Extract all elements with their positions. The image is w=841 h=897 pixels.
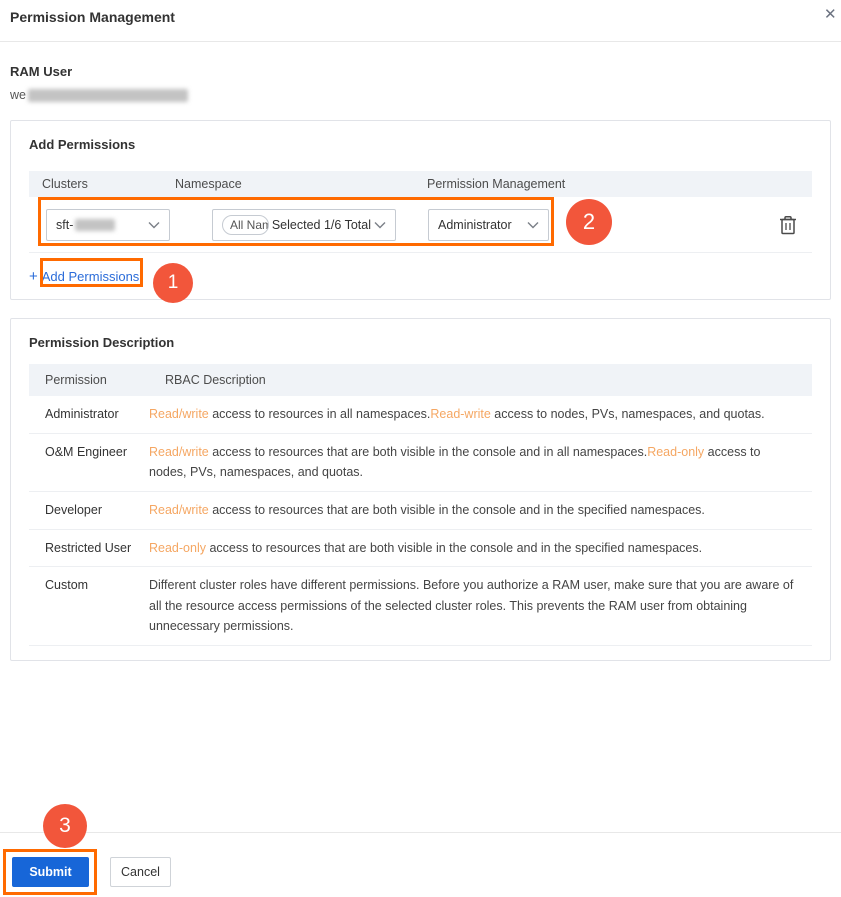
dialog-header: Permission Management ✕: [0, 0, 841, 42]
footer-divider: [0, 832, 841, 833]
permission-description-table-header: Permission RBAC Description: [29, 364, 812, 396]
chevron-down-icon: [527, 221, 539, 229]
permission-desc: Read-only access to resources that are b…: [149, 540, 703, 555]
table-row: Administrator Read/write access to resou…: [29, 396, 812, 434]
column-header-permission-management: Permission Management: [427, 177, 566, 191]
plus-icon: +: [29, 267, 38, 285]
redacted-username: [27, 88, 188, 102]
table-row: Developer Read/write access to resources…: [29, 492, 812, 530]
cluster-name-prefix: sft-: [56, 218, 74, 232]
permission-name: Custom: [45, 578, 89, 593]
ram-user-value: we: [10, 88, 831, 102]
add-permissions-card: Add Permissions Clusters Namespace Permi…: [10, 120, 831, 300]
chevron-down-icon: [148, 221, 160, 229]
add-permissions-link[interactable]: + Add Permissions: [29, 268, 139, 285]
trash-icon: [778, 214, 800, 236]
delete-row-button[interactable]: [778, 213, 800, 237]
permission-description-card: Permission Description Permission RBAC D…: [10, 318, 831, 661]
column-header-permission: Permission: [45, 373, 107, 387]
column-header-rbac-description: RBAC Description: [165, 373, 266, 387]
close-icon[interactable]: ✕: [824, 5, 837, 23]
permission-name: Restricted User: [45, 540, 132, 555]
permission-description-title: Permission Description: [29, 335, 175, 350]
column-header-namespace: Namespace: [175, 177, 242, 191]
permission-desc: Read/write access to resources that are …: [149, 444, 761, 480]
permission-management-dialog: Permission Management ✕ RAM User we Add …: [0, 0, 841, 897]
table-row: Restricted User Read-only access to reso…: [29, 530, 812, 568]
permission-desc: Read/write access to resources that are …: [149, 502, 705, 517]
cancel-button[interactable]: Cancel: [110, 857, 171, 887]
permission-role-select[interactable]: Administrator: [428, 209, 549, 241]
namespace-select[interactable]: All Nam Selected 1/6 Total: [212, 209, 396, 241]
table-row: sft- All Nam Selected 1/6 Total Administ…: [29, 197, 812, 253]
ram-user-value-prefix: we: [10, 88, 26, 102]
clusters-select[interactable]: sft-: [46, 209, 170, 241]
redacted-cluster-name: [75, 219, 116, 231]
permission-name: Developer: [45, 502, 102, 517]
ram-user-label: RAM User: [10, 64, 73, 79]
add-permissions-title: Add Permissions: [29, 137, 136, 152]
permission-desc: Read/write access to resources in all na…: [149, 407, 765, 421]
step-badge-3: 3: [43, 804, 87, 848]
table-row: Custom Different cluster roles have diff…: [29, 567, 812, 646]
add-permissions-table-header: Clusters Namespace Permission Management: [29, 171, 812, 197]
table-row: O&M Engineer Read/write access to resour…: [29, 434, 812, 492]
column-header-clusters: Clusters: [42, 177, 88, 191]
page-title: Permission Management: [10, 9, 175, 25]
permission-name: O&M Engineer: [45, 444, 127, 459]
namespace-tag: All Nam: [222, 215, 269, 235]
namespace-selected-count: Selected 1/6 Total: [271, 218, 371, 232]
permission-role-value: Administrator: [438, 218, 512, 232]
add-permissions-link-label: Add Permissions: [41, 268, 140, 284]
submit-button[interactable]: Submit: [12, 857, 89, 887]
add-permissions-row: + Add Permissions: [29, 253, 812, 299]
chevron-down-icon: [374, 221, 386, 229]
permission-name: Administrator: [45, 407, 119, 421]
permission-description-rows: Administrator Read/write access to resou…: [29, 396, 812, 646]
permission-desc: Different cluster roles have different p…: [149, 578, 794, 634]
ram-user-section: RAM User we: [0, 42, 841, 102]
